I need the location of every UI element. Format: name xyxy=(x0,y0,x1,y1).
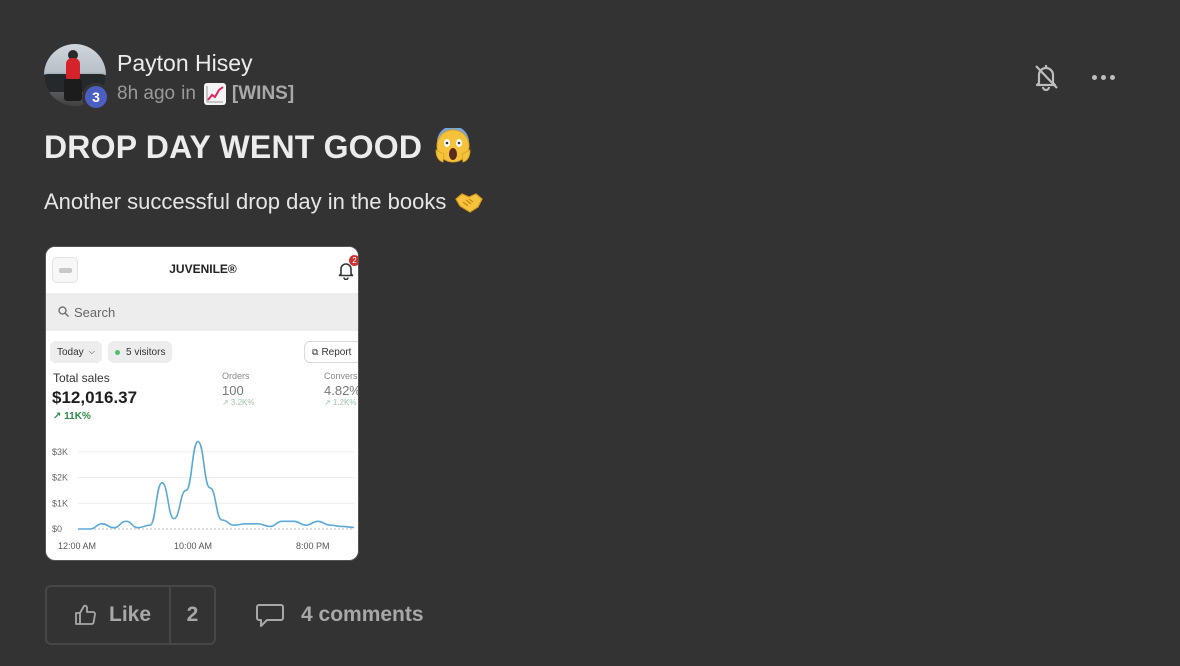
handshake-emoji-icon xyxy=(454,189,484,215)
y-tick-label: $3K xyxy=(52,447,68,457)
level-badge: 3 xyxy=(82,83,110,111)
post-title: DROP DAY WENT GOOD xyxy=(44,126,472,166)
sales-series-line xyxy=(78,440,355,530)
search-icon xyxy=(58,306,69,317)
store-search-bar: Search xyxy=(46,293,358,331)
like-label: Like xyxy=(109,603,152,626)
more-horizontal-icon xyxy=(1101,74,1106,80)
post-meta: 8h ago in [WINS] xyxy=(117,83,294,105)
conversion-delta: ↗ 1.2K% xyxy=(324,398,357,407)
chevron-down-icon: ⌵ xyxy=(88,347,95,356)
visitors-pill: 5 visitors xyxy=(108,341,173,363)
notification-count-badge: 2 xyxy=(349,255,358,266)
visitors-label: 5 visitors xyxy=(126,346,166,358)
x-tick-label: 12:00 AM xyxy=(58,541,96,551)
date-filter-label: Today xyxy=(57,346,84,358)
post-card: 3 Payton Hisey 8h ago in [WINS] DROP DAY… xyxy=(0,0,1180,666)
y-tick-label: $2K xyxy=(52,473,68,483)
total-sales-label: Total sales xyxy=(53,371,110,385)
post-time: 8h ago xyxy=(117,83,176,104)
avatar-legs xyxy=(64,79,82,101)
store-name: JUVENILE® xyxy=(169,262,237,276)
post-body: Another successful drop day in the books xyxy=(44,189,484,215)
like-button[interactable]: Like xyxy=(47,587,169,643)
comments-label: 4 comments xyxy=(301,603,424,626)
y-tick-label: $0 xyxy=(52,524,62,534)
more-options-button[interactable] xyxy=(1092,66,1120,88)
conversion-label: Convers xyxy=(324,371,358,381)
notification-toggle-button[interactable] xyxy=(1031,61,1061,93)
y-tick-label: $1K xyxy=(52,498,68,508)
more-horizontal-icon xyxy=(1092,74,1097,80)
face-screaming-in-fear-emoji-icon xyxy=(434,126,472,166)
post-body-text: Another successful drop day in the books xyxy=(44,189,447,214)
report-label: Report xyxy=(321,346,352,358)
store-header: JUVENILE® 2 xyxy=(46,247,358,293)
like-group: Like 2 xyxy=(45,585,216,645)
in-label: in xyxy=(181,83,196,104)
category-link[interactable]: [WINS] xyxy=(232,83,294,105)
x-tick-label: 10:00 AM xyxy=(174,541,212,551)
x-tick-label: 8:00 PM xyxy=(296,541,330,551)
total-sales-value: $12,016.37 xyxy=(52,388,138,407)
like-count[interactable]: 2 xyxy=(171,587,214,643)
more-horizontal-icon xyxy=(1110,74,1115,80)
total-sales-delta: ↗ 11K% xyxy=(53,411,91,422)
avatar-body xyxy=(66,58,80,80)
date-filter-pill: Today ⌵ xyxy=(50,341,102,363)
bell-off-icon xyxy=(1035,65,1058,92)
orders-label: Orders xyxy=(222,371,250,381)
post-title-text: DROP DAY WENT GOOD xyxy=(44,128,423,165)
orders-delta: ↗ 3.2K% xyxy=(222,398,255,407)
comment-icon xyxy=(256,604,284,627)
sales-line-chart: $3K $2K $1K $0 12:00 AM 10:00 AM 8:00 PM xyxy=(52,440,355,551)
search-placeholder: Search xyxy=(74,305,116,320)
conversion-value: 4.82% xyxy=(324,383,359,398)
report-icon: ⧉ xyxy=(312,346,319,357)
live-dot-icon xyxy=(115,349,120,355)
chart-increasing-emoji-icon xyxy=(203,83,226,105)
report-pill: ⧉ Report xyxy=(304,341,358,363)
orders-value: 100 xyxy=(222,383,244,398)
attached-image[interactable]: JUVENILE® 2 Search Today ⌵ 5 visitors ⧉ … xyxy=(45,246,359,561)
thumbs-up-icon xyxy=(75,604,96,625)
comments-button[interactable]: 4 comments xyxy=(255,600,424,630)
author-name[interactable]: Payton Hisey xyxy=(117,50,253,77)
